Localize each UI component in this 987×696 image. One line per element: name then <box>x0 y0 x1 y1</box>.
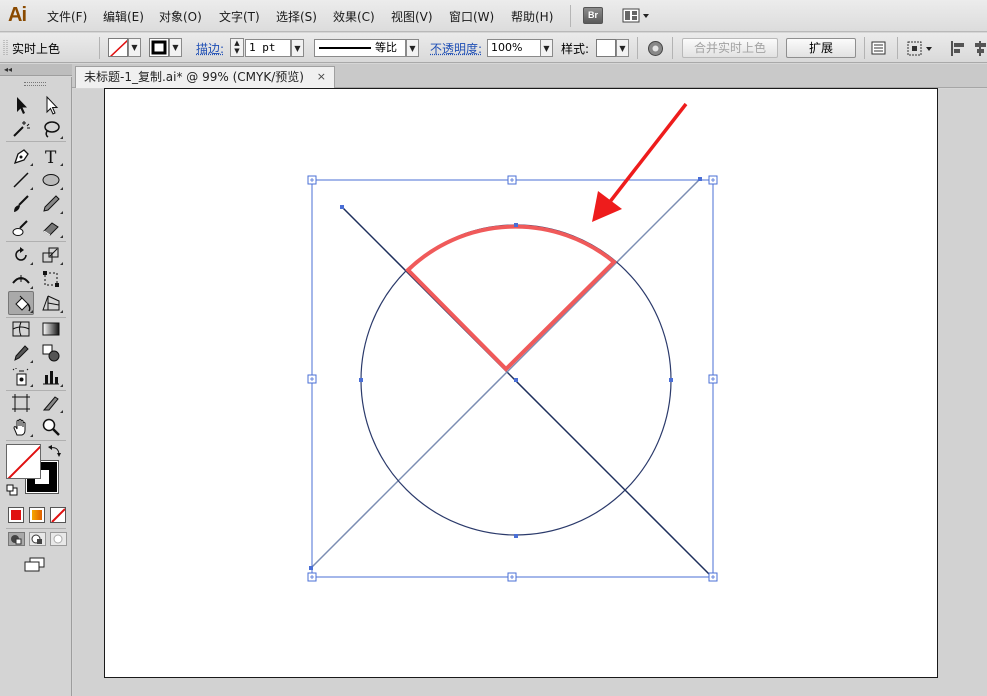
anchor-point <box>309 566 313 570</box>
diagonal-line-light[interactable] <box>310 178 701 569</box>
anchor-point <box>669 378 673 382</box>
anchor-point <box>340 205 344 209</box>
highlighted-sector-outline[interactable] <box>405 224 617 372</box>
anchor-point <box>514 534 518 538</box>
anchor-point <box>514 223 518 227</box>
anchor-point <box>698 177 702 181</box>
anchor-point <box>359 378 363 382</box>
diagonal-line-dark[interactable] <box>341 206 713 578</box>
anchor-point <box>514 378 518 382</box>
artwork-layer <box>307 102 718 582</box>
annotation-arrow <box>592 102 688 222</box>
